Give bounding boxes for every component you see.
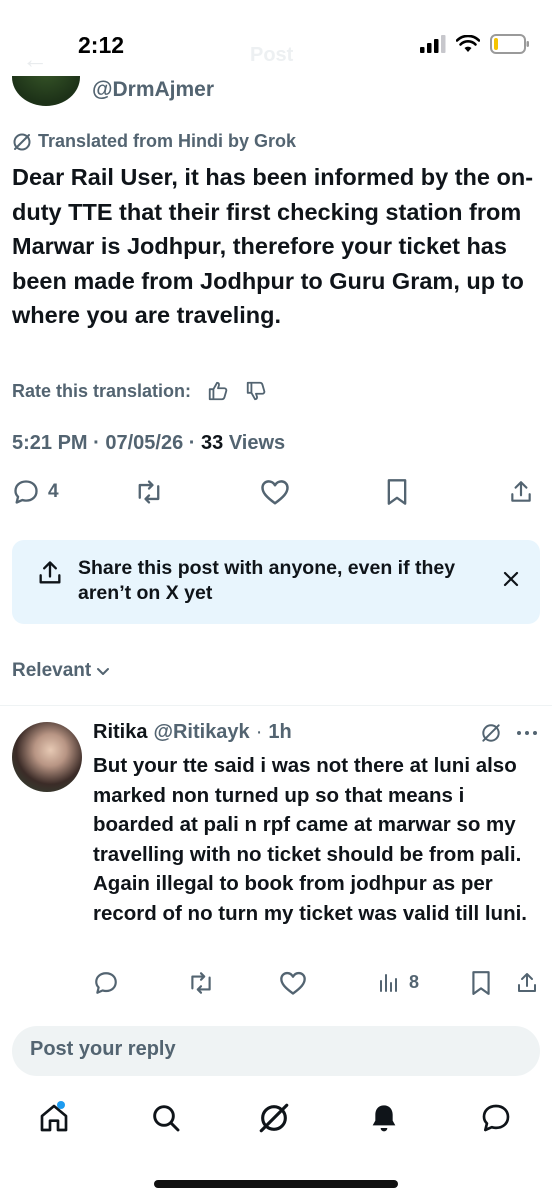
share-icon xyxy=(518,973,536,992)
post-views-label: Views xyxy=(228,432,286,454)
reply-text: But your tte said i was not there at lun… xyxy=(93,754,527,925)
reply-share-button[interactable] xyxy=(515,970,539,996)
reply-bookmark-button[interactable] xyxy=(469,970,493,996)
bookmark-icon xyxy=(387,479,407,505)
grok-icon xyxy=(13,133,31,150)
reply-author-handle[interactable]: @Ritikayk xyxy=(153,721,249,744)
status-icons xyxy=(420,34,530,54)
rate-label: Rate this translation: xyxy=(12,380,192,401)
reply-sort-label: Relevant xyxy=(12,660,92,681)
author-avatar[interactable] xyxy=(12,76,80,106)
views-icon xyxy=(380,974,397,992)
reply-actions: 8 xyxy=(93,970,541,1000)
home-icon xyxy=(40,1104,68,1132)
reply-composer-placeholder: Post your reply xyxy=(30,1038,176,1060)
reply-views-count: 8 xyxy=(409,971,420,992)
nav-home[interactable] xyxy=(36,1100,72,1136)
reply-avatar[interactable] xyxy=(12,722,82,792)
post-meta: 5:21 PM · 07/05/26 · 33 Views xyxy=(12,432,286,454)
post-actions: 4 xyxy=(12,478,542,514)
reply-button[interactable]: 4 xyxy=(12,478,59,506)
wifi-icon xyxy=(456,35,480,52)
reply-count: 4 xyxy=(48,481,59,502)
nav-messages[interactable] xyxy=(478,1100,514,1136)
chevron-down-icon xyxy=(97,668,110,675)
nav-notifications[interactable] xyxy=(366,1100,402,1136)
thumbs-up-icon[interactable] xyxy=(207,380,229,402)
notifications-icon xyxy=(372,1105,396,1132)
bookmark-button[interactable] xyxy=(384,478,410,506)
translation-label: Translated from Hindi by Grok xyxy=(12,131,296,152)
like-icon xyxy=(280,971,306,995)
post-time: 5:21 PM xyxy=(12,432,88,454)
messages-icon xyxy=(482,1104,510,1132)
close-icon[interactable] xyxy=(502,570,520,588)
repost-icon xyxy=(191,972,211,994)
more-icon[interactable] xyxy=(514,722,540,744)
repost-button[interactable] xyxy=(134,478,164,506)
rate-translation: Rate this translation: xyxy=(12,380,267,402)
share-icon xyxy=(39,561,61,584)
bookmark-icon xyxy=(472,971,490,995)
author-handle[interactable]: @DrmAjmer xyxy=(92,78,214,102)
bottom-nav xyxy=(0,1090,552,1150)
status-time: 2:12 xyxy=(78,32,125,58)
reply-icon xyxy=(95,972,117,994)
divider xyxy=(0,705,552,706)
author-row: @DrmAjmer xyxy=(12,76,552,112)
reply-author-name[interactable]: Ritika xyxy=(93,721,147,744)
back-arrow-icon[interactable]: ← xyxy=(22,44,48,75)
reply-header: Ritika @Ritikayk · 1h xyxy=(93,721,292,744)
post-date: 07/05/26 xyxy=(105,432,184,454)
grok-icon[interactable] xyxy=(480,722,502,744)
nav-grok[interactable] xyxy=(256,1100,292,1136)
share-button[interactable] xyxy=(508,478,534,506)
repost-icon xyxy=(138,480,160,504)
notification-dot xyxy=(57,1101,65,1109)
status-bar: ← Post 2:12 xyxy=(0,0,552,80)
header-title: Post xyxy=(250,44,294,66)
thumbs-down-icon[interactable] xyxy=(245,380,267,402)
reply-reply-button[interactable] xyxy=(93,970,119,996)
grok-nav-icon xyxy=(259,1103,289,1133)
share-icon xyxy=(511,481,531,502)
nav-search[interactable] xyxy=(148,1100,184,1136)
reply-sort-dropdown[interactable]: Relevant xyxy=(12,660,111,682)
like-button[interactable] xyxy=(260,478,290,506)
search-icon xyxy=(153,1105,180,1132)
reply-repost-button[interactable] xyxy=(187,970,215,996)
share-banner[interactable]: Share this post with anyone, even if the… xyxy=(12,540,540,624)
reply-icon xyxy=(14,480,38,504)
post-text: Dear Rail User, it has been informed by … xyxy=(12,164,534,328)
reply-composer[interactable]: Post your reply xyxy=(12,1026,540,1076)
post-views-count[interactable]: 33 xyxy=(201,432,223,454)
reply-time: 1h xyxy=(268,721,292,743)
share-banner-text: Share this post with anyone, even if the… xyxy=(78,557,456,604)
signal-icon xyxy=(420,35,446,53)
battery-icon xyxy=(490,34,529,54)
home-indicator xyxy=(154,1180,398,1188)
reply-views-button[interactable]: 8 xyxy=(377,970,419,994)
reply-like-button[interactable] xyxy=(279,970,307,996)
translation-label-text: Translated from Hindi by Grok xyxy=(38,131,297,151)
like-icon xyxy=(261,480,289,505)
